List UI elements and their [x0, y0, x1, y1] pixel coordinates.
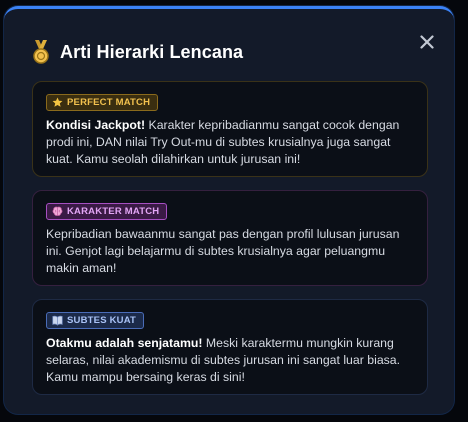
- card-description: Otakmu adalah senjatamu! Meski karakterm…: [46, 335, 414, 386]
- subtes-kuat-badge: SUBTES KUAT: [46, 312, 145, 329]
- star-icon: [52, 97, 63, 108]
- badge-label: KARAKTER MATCH: [67, 206, 160, 217]
- perfect-match-badge: PERFECT MATCH: [46, 94, 159, 111]
- medal-icon: [30, 39, 52, 65]
- card-lead: Otakmu adalah senjatamu!: [46, 336, 203, 350]
- modal-title: Arti Hierarki Lencana: [60, 41, 244, 62]
- close-icon: [420, 35, 434, 49]
- brain-icon: [52, 206, 63, 217]
- badge-label: PERFECT MATCH: [67, 97, 151, 108]
- book-icon: [52, 315, 63, 326]
- karakter-match-card: KARAKTER MATCH Kepribadian bawaanmu sang…: [32, 190, 428, 286]
- close-button[interactable]: [416, 31, 438, 53]
- badge-label: SUBTES KUAT: [67, 315, 137, 326]
- karakter-match-badge: KARAKTER MATCH: [46, 203, 168, 220]
- card-text: Kepribadian bawaanmu sangat pas dengan p…: [46, 227, 400, 275]
- badge-hierarchy-modal: Arti Hierarki Lencana PERFECT MATCH Kond…: [4, 6, 454, 414]
- card-description: Kepribadian bawaanmu sangat pas dengan p…: [46, 226, 414, 277]
- card-lead: Kondisi Jackpot!: [46, 118, 146, 132]
- perfect-match-card: PERFECT MATCH Kondisi Jackpot! Karakter …: [32, 81, 428, 177]
- modal-header: Arti Hierarki Lencana: [30, 37, 434, 67]
- subtes-kuat-card: SUBTES KUAT Otakmu adalah senjatamu! Mes…: [32, 299, 428, 395]
- card-description: Kondisi Jackpot! Karakter kepribadianmu …: [46, 117, 414, 168]
